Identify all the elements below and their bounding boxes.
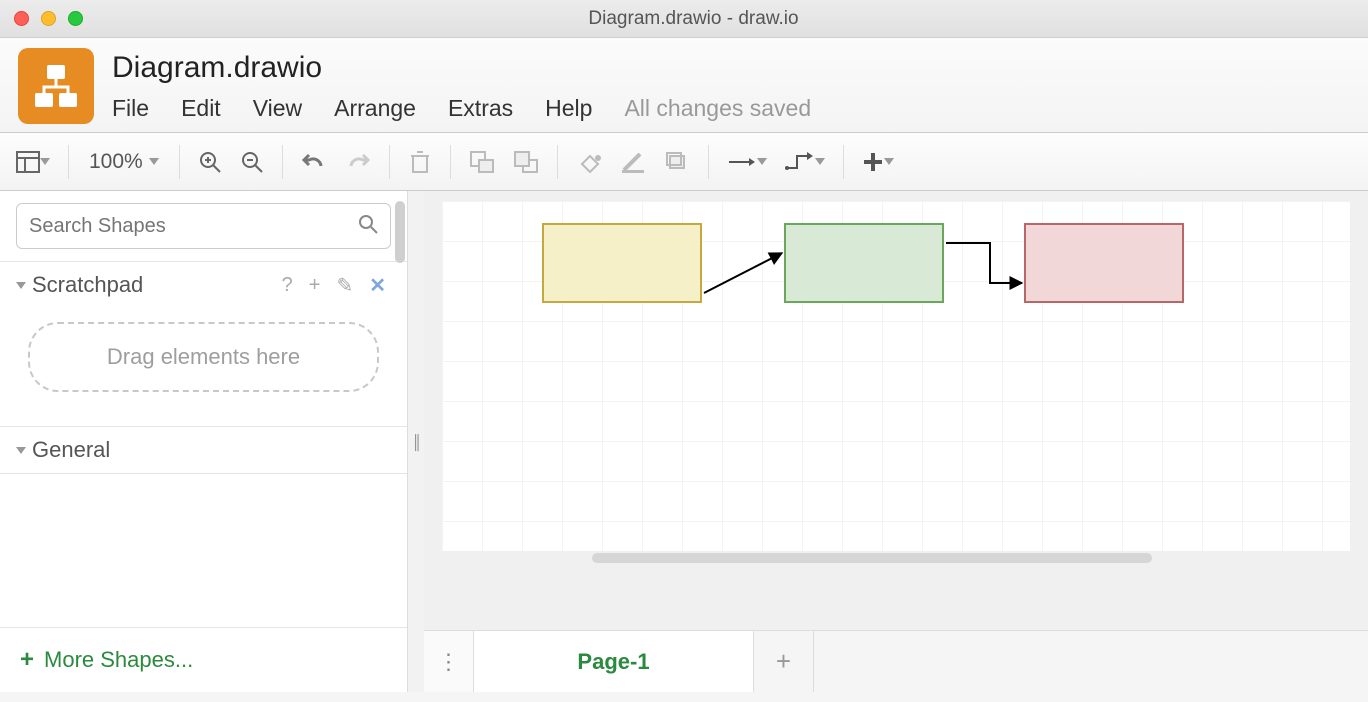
page-tabs: ⋮ Page-1 + <box>424 630 1368 692</box>
menu-file[interactable]: File <box>112 95 149 122</box>
menu-bar: File Edit View Arrange Extras Help All c… <box>112 95 811 122</box>
panel-toggle-button[interactable] <box>10 143 56 181</box>
shapes-sidebar: Scratchpad ? + ✎ ✕ Drag elements here Ge… <box>0 191 408 692</box>
minimize-window-button[interactable] <box>41 11 56 26</box>
zoom-window-button[interactable] <box>68 11 83 26</box>
canvas-area: ⋮ Page-1 + <box>424 191 1368 692</box>
scratchpad-dropzone[interactable]: Drag elements here <box>28 322 379 392</box>
tab-page-1[interactable]: Page-1 <box>474 631 754 692</box>
save-status: All changes saved <box>624 95 811 122</box>
chevron-down-icon <box>757 158 767 165</box>
tab-label: Page-1 <box>577 649 649 675</box>
menu-extras[interactable]: Extras <box>448 95 513 122</box>
menu-view[interactable]: View <box>253 95 302 122</box>
zoom-out-button[interactable] <box>234 143 270 181</box>
more-shapes-label: More Shapes... <box>44 647 193 673</box>
chevron-down-icon <box>884 158 894 165</box>
traffic-lights <box>14 11 83 26</box>
general-section[interactable]: General <box>0 427 407 474</box>
scratchpad-close-icon[interactable]: ✕ <box>364 273 391 298</box>
zoom-in-button[interactable] <box>192 143 228 181</box>
page-menu-button[interactable]: ⋮ <box>424 631 474 692</box>
window-title: Diagram.drawio - draw.io <box>83 8 1304 30</box>
more-shapes-button[interactable]: + More Shapes... <box>0 627 407 692</box>
sidebar-splitter[interactable]: ║ <box>408 191 424 692</box>
chevron-down-icon <box>149 158 159 165</box>
scratchpad-edit-icon[interactable]: ✎ <box>331 273 358 298</box>
scratchpad-add-icon[interactable]: + <box>304 274 326 297</box>
menu-help[interactable]: Help <box>545 95 592 122</box>
collapse-icon[interactable] <box>16 447 26 454</box>
canvas-h-scrollbar[interactable] <box>442 551 1350 565</box>
shape-rect-yellow[interactable] <box>542 223 702 303</box>
diagram-canvas[interactable] <box>442 201 1350 551</box>
search-input[interactable] <box>29 215 358 238</box>
menu-edit[interactable]: Edit <box>181 95 221 122</box>
add-page-button[interactable]: + <box>754 631 814 692</box>
to-back-button[interactable] <box>507 143 545 181</box>
toolbar: 100% <box>0 133 1368 191</box>
search-shapes-box[interactable] <box>16 203 391 249</box>
collapse-icon[interactable] <box>16 282 26 289</box>
scrollbar-thumb[interactable] <box>592 553 1152 563</box>
window-titlebar: Diagram.drawio - draw.io <box>0 0 1368 38</box>
search-icon <box>358 214 378 239</box>
delete-button[interactable] <box>402 143 438 181</box>
scratchpad-hint: Drag elements here <box>107 344 300 370</box>
plus-icon: + <box>20 646 34 674</box>
line-color-button[interactable] <box>614 143 652 181</box>
app-logo-icon <box>18 48 94 124</box>
to-front-button[interactable] <box>463 143 501 181</box>
header: Diagram.drawio File Edit View Arrange Ex… <box>0 38 1368 133</box>
waypoint-style-button[interactable] <box>779 143 831 181</box>
shape-rect-red[interactable] <box>1024 223 1184 303</box>
undo-button[interactable] <box>295 143 333 181</box>
close-window-button[interactable] <box>14 11 29 26</box>
chevron-down-icon <box>815 158 825 165</box>
shadow-button[interactable] <box>658 143 696 181</box>
sidebar-scrollbar[interactable] <box>395 201 405 263</box>
scratchpad-help-icon[interactable]: ? <box>277 274 298 297</box>
general-label: General <box>32 437 110 463</box>
fill-color-button[interactable] <box>570 143 608 181</box>
chevron-down-icon <box>40 158 50 165</box>
zoom-level-label: 100% <box>89 150 143 174</box>
zoom-level-dropdown[interactable]: 100% <box>81 143 167 181</box>
menu-arrange[interactable]: Arrange <box>334 95 416 122</box>
scratchpad-label: Scratchpad <box>32 272 143 298</box>
scratchpad-section: Scratchpad ? + ✎ ✕ Drag elements here <box>0 262 407 427</box>
document-title[interactable]: Diagram.drawio <box>112 51 811 85</box>
connection-style-button[interactable] <box>721 143 773 181</box>
edge-2[interactable] <box>946 243 1022 283</box>
shape-rect-green[interactable] <box>784 223 944 303</box>
insert-button[interactable] <box>856 143 900 181</box>
redo-button[interactable] <box>339 143 377 181</box>
grip-icon: ║ <box>412 434 420 450</box>
edge-1[interactable] <box>704 253 782 293</box>
